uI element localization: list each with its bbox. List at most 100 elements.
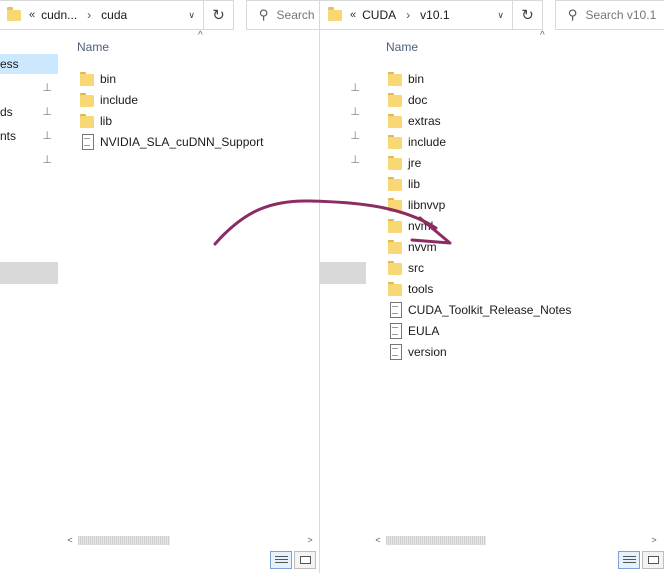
scroll-thumb[interactable] bbox=[386, 536, 486, 545]
nav-item-stub[interactable] bbox=[320, 54, 366, 74]
folder-icon bbox=[386, 155, 404, 171]
list-item[interactable]: NVIDIA_SLA_cuDNN_Support bbox=[78, 131, 263, 152]
pin-icon: ⊥ bbox=[42, 130, 52, 142]
breadcrumb-separator-icon[interactable]: › bbox=[406, 8, 410, 22]
horizontal-scrollbar[interactable]: < > bbox=[370, 531, 662, 548]
scroll-left-icon[interactable]: < bbox=[370, 535, 386, 545]
pin-icon: ⊥ bbox=[350, 130, 360, 142]
overflow-chevron-icon[interactable]: « bbox=[29, 9, 35, 21]
nav-item-stub[interactable]: ⊥ bbox=[320, 102, 366, 122]
scroll-right-icon[interactable]: > bbox=[302, 535, 318, 545]
nav-item-quick-access[interactable]: ess bbox=[0, 54, 58, 74]
folder-icon bbox=[7, 6, 21, 21]
pin-icon: ⊥ bbox=[42, 154, 52, 166]
nav-item-highlighted[interactable] bbox=[0, 262, 58, 284]
nav-item-highlighted[interactable] bbox=[320, 262, 366, 284]
nav-item-pinned-1[interactable]: ⊥ bbox=[0, 78, 58, 98]
breadcrumb-cudnn[interactable]: cudn... bbox=[41, 8, 77, 22]
list-item[interactable]: include bbox=[386, 131, 571, 152]
file-name: EULA bbox=[408, 323, 440, 338]
folder-icon bbox=[78, 71, 96, 87]
list-item[interactable]: include bbox=[78, 89, 263, 110]
folder-icon bbox=[386, 71, 404, 87]
list-item[interactable]: libnvvp bbox=[386, 194, 571, 215]
folder-icon bbox=[386, 239, 404, 255]
file-name: version bbox=[408, 344, 447, 359]
file-list-pane: ^ Name bin include lib NVIDIA_SLA_cuDNN_… bbox=[58, 30, 319, 573]
breadcrumb-cuda[interactable]: cuda bbox=[101, 8, 127, 22]
list-item[interactable]: tools bbox=[386, 278, 571, 299]
nav-item-stub[interactable]: ⊥ bbox=[320, 126, 366, 146]
address-bar[interactable]: « cudn... › cuda ∨ bbox=[0, 0, 204, 30]
pin-icon: ⊥ bbox=[350, 106, 360, 118]
pin-icon: ⊥ bbox=[350, 154, 360, 166]
search-box[interactable]: ⚲ Search v10.1 bbox=[555, 0, 664, 30]
breadcrumb-separator-icon[interactable]: › bbox=[87, 8, 91, 22]
scroll-track[interactable] bbox=[78, 534, 302, 545]
list-item[interactable]: bin bbox=[386, 68, 571, 89]
file-name: doc bbox=[408, 92, 428, 107]
file-name: bin bbox=[408, 71, 425, 86]
scroll-left-icon[interactable]: < bbox=[62, 535, 78, 545]
folder-icon bbox=[386, 176, 404, 192]
list-item[interactable]: src bbox=[386, 257, 571, 278]
address-dropdown-icon[interactable]: ∨ bbox=[497, 10, 504, 21]
folder-icon bbox=[386, 218, 404, 234]
folder-icon bbox=[386, 260, 404, 276]
list-item[interactable]: version bbox=[386, 341, 571, 362]
list-item[interactable]: bin bbox=[78, 68, 263, 89]
horizontal-scrollbar[interactable]: < > bbox=[62, 531, 318, 548]
nav-item-stub[interactable]: ⊥ bbox=[320, 150, 366, 170]
column-header-name[interactable]: Name bbox=[77, 40, 109, 54]
nav-item-pinned-5[interactable]: ⊥ bbox=[0, 150, 58, 170]
list-item[interactable]: lib bbox=[78, 110, 263, 131]
nav-item-documents[interactable]: nts ⊥ bbox=[0, 126, 58, 146]
nav-item-downloads[interactable]: ds ⊥ bbox=[0, 102, 58, 122]
list-item[interactable]: EULA bbox=[386, 320, 571, 341]
file-list-pane: ^ Name bin doc extras include jre lib libnvvp n… bbox=[366, 30, 664, 573]
list-item[interactable]: nvml bbox=[386, 215, 571, 236]
refresh-button[interactable]: ↻ bbox=[204, 0, 234, 30]
file-icon bbox=[386, 343, 404, 360]
address-dropdown-icon[interactable]: ∨ bbox=[188, 10, 195, 21]
list-item[interactable]: lib bbox=[386, 173, 571, 194]
details-view-button[interactable] bbox=[618, 551, 640, 569]
file-name: CUDA_Toolkit_Release_Notes bbox=[408, 302, 572, 317]
folder-icon bbox=[78, 92, 96, 108]
search-icon: ⚲ bbox=[568, 7, 578, 22]
breadcrumb-cuda[interactable]: CUDA bbox=[362, 8, 396, 22]
file-icon bbox=[386, 322, 404, 339]
file-name: bin bbox=[100, 71, 117, 86]
large-icons-view-button[interactable] bbox=[642, 551, 664, 569]
list-item[interactable]: extras bbox=[386, 110, 571, 131]
refresh-button[interactable]: ↻ bbox=[513, 0, 543, 30]
details-view-button[interactable] bbox=[270, 551, 292, 569]
list-item[interactable]: doc bbox=[386, 89, 571, 110]
breadcrumb-v10-1[interactable]: v10.1 bbox=[420, 8, 449, 22]
list-item[interactable]: CUDA_Toolkit_Release_Notes bbox=[386, 299, 571, 320]
large-icons-view-button[interactable] bbox=[294, 551, 316, 569]
sort-ascending-icon: ^ bbox=[198, 30, 203, 41]
large-icons-view-icon bbox=[300, 556, 311, 564]
pin-icon: ⊥ bbox=[350, 82, 360, 94]
file-name: libnvvp bbox=[408, 197, 446, 212]
column-header-name[interactable]: Name bbox=[386, 40, 418, 54]
nav-item-label: nts bbox=[0, 129, 17, 143]
file-name: jre bbox=[408, 155, 422, 170]
overflow-chevron-icon[interactable]: « bbox=[350, 9, 356, 21]
large-icons-view-icon bbox=[648, 556, 659, 564]
list-item[interactable]: nvvm bbox=[386, 236, 571, 257]
details-view-icon bbox=[275, 556, 288, 565]
address-bar[interactable]: « CUDA › v10.1 ∨ bbox=[320, 0, 513, 30]
search-placeholder: Search bbox=[276, 8, 315, 22]
search-box[interactable]: ⚲ Search bbox=[246, 0, 319, 30]
scroll-thumb[interactable] bbox=[78, 536, 170, 545]
list-item[interactable]: jre bbox=[386, 152, 571, 173]
scroll-track[interactable] bbox=[386, 534, 646, 545]
pin-icon: ⊥ bbox=[42, 106, 52, 118]
view-toggle bbox=[270, 551, 316, 569]
scroll-right-icon[interactable]: > bbox=[646, 535, 662, 545]
file-name: include bbox=[408, 134, 447, 149]
pin-icon: ⊥ bbox=[42, 82, 52, 94]
nav-item-stub[interactable]: ⊥ bbox=[320, 78, 366, 98]
